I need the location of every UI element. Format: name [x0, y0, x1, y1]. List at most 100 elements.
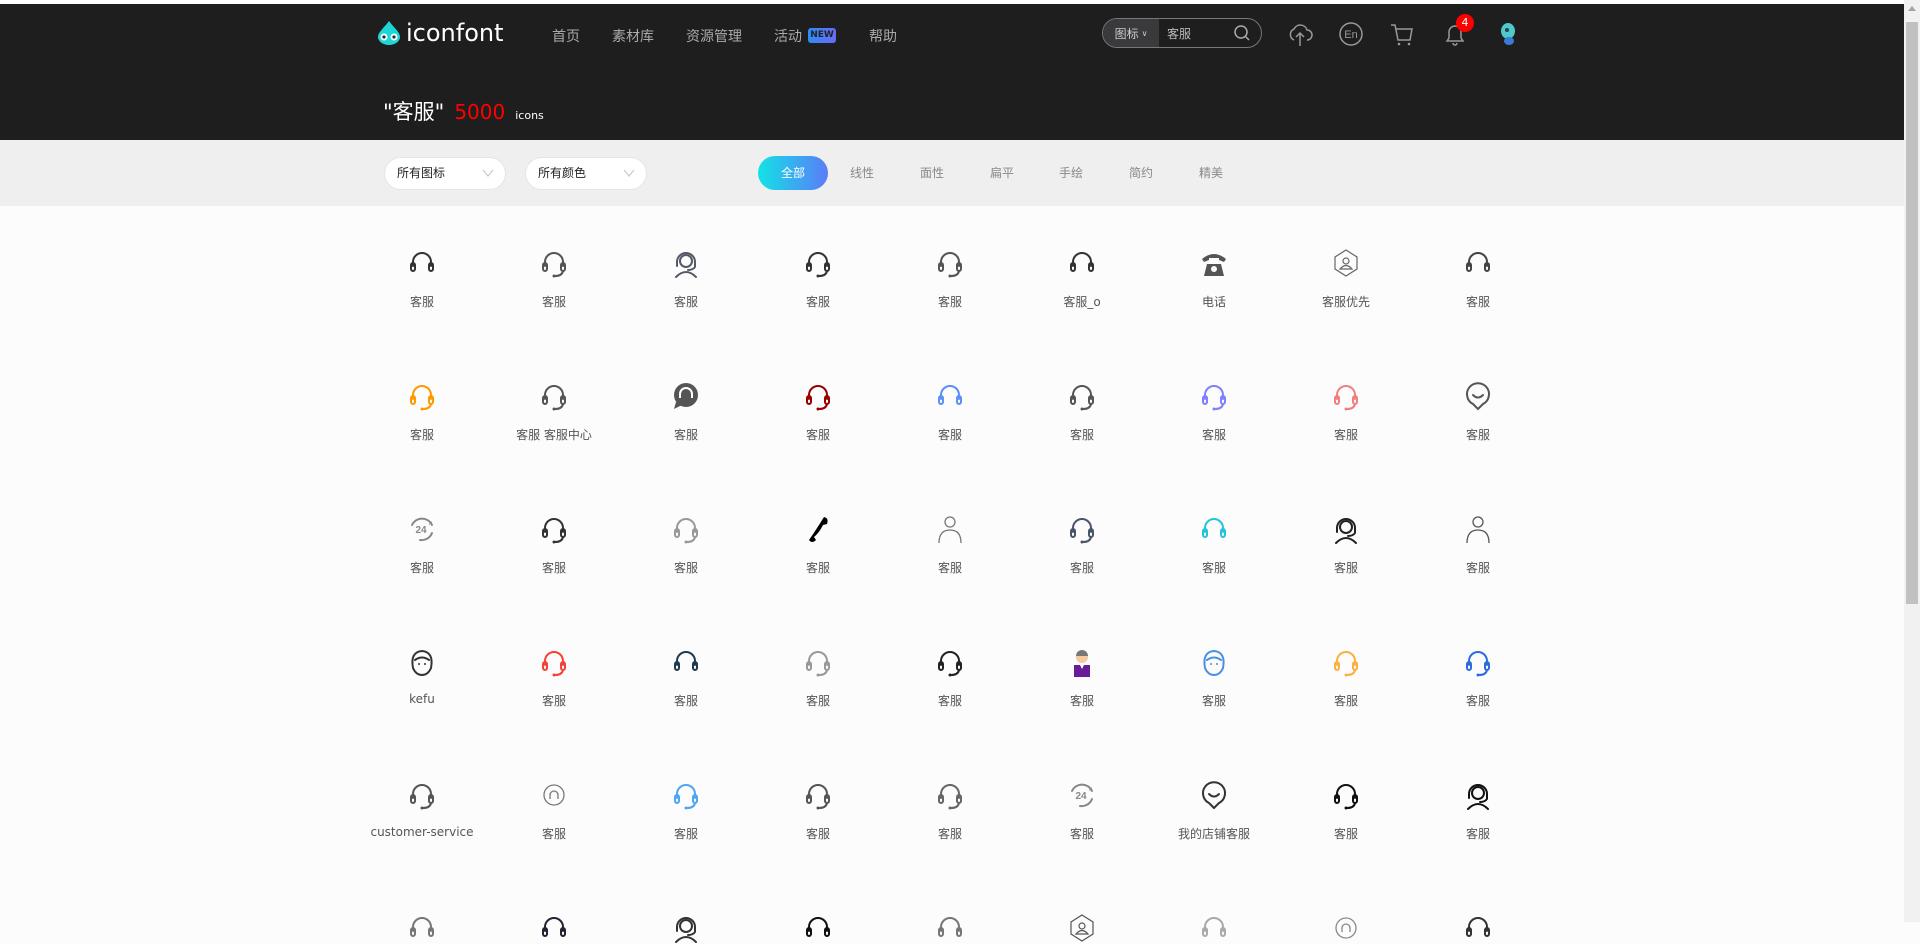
- icon-label: 客服: [409, 295, 434, 309]
- search-type-select[interactable]: 图标 ∨: [1103, 19, 1159, 47]
- face-icon: [1203, 649, 1225, 677]
- tab-all[interactable]: 全部: [758, 156, 828, 190]
- icon-card[interactable]: 客服: [1016, 513, 1148, 576]
- tab-flat[interactable]: 扁平: [972, 156, 1032, 190]
- icon-label: 客服: [1069, 827, 1094, 841]
- icon-card[interactable]: 客服: [356, 380, 488, 443]
- upload-icon[interactable]: [1286, 20, 1314, 48]
- color-dropdown[interactable]: 所有颜色: [525, 157, 647, 190]
- headset-icon: [1070, 252, 1094, 272]
- icon-card[interactable]: 客服: [1148, 513, 1280, 576]
- tab-exquisite[interactable]: 精美: [1181, 156, 1241, 190]
- icon-card[interactable]: 客服_o: [1016, 247, 1148, 310]
- icon-card[interactable]: 客服: [620, 513, 752, 576]
- icon-card[interactable]: 客服: [1412, 380, 1544, 443]
- logo[interactable]: iconfont: [376, 19, 504, 47]
- icon-card[interactable]: 客服: [1016, 380, 1148, 443]
- icon-card[interactable]: 客服: [1280, 779, 1412, 842]
- icon-card[interactable]: 客服: [356, 247, 488, 310]
- icon-card[interactable]: 客服: [884, 646, 1016, 709]
- nav-library[interactable]: 素材库: [612, 26, 654, 46]
- icon-card[interactable]: 客服: [1412, 779, 1544, 842]
- headset-icon: [1202, 917, 1226, 937]
- icon-card[interactable]: 24 h 客服: [1016, 779, 1148, 842]
- icon-card[interactable]: customer-service: [356, 779, 488, 839]
- icon-card[interactable]: 客服: [620, 247, 752, 310]
- icon-card[interactable]: 客服: [752, 513, 884, 576]
- icon-card[interactable]: 客服: [488, 646, 620, 709]
- icon-card[interactable]: 客服: [1280, 513, 1412, 576]
- icon-card[interactable]: [356, 912, 488, 944]
- nav-help[interactable]: 帮助: [869, 26, 897, 46]
- icon-card[interactable]: [488, 912, 620, 944]
- tab-line[interactable]: 线性: [832, 156, 892, 190]
- tab-hand-drawn[interactable]: 手绘: [1041, 156, 1101, 190]
- icon-card[interactable]: 客服: [752, 247, 884, 310]
- icon-card[interactable]: 客服: [752, 646, 884, 709]
- hexagon-agent-icon: [1070, 914, 1094, 942]
- icon-card[interactable]: [1148, 912, 1280, 944]
- search-type-label: 图标: [1114, 26, 1139, 41]
- svg-text:24: 24: [415, 525, 427, 536]
- headset-mic-icon: [1070, 385, 1094, 411]
- icon-card[interactable]: [1412, 912, 1544, 944]
- icon-card[interactable]: 客服: [1280, 380, 1412, 443]
- headset-mic-icon: [542, 518, 566, 544]
- tab-simple[interactable]: 简约: [1111, 156, 1171, 190]
- circle-headset-icon: [543, 784, 565, 806]
- nav-resource-management[interactable]: 资源管理: [686, 26, 742, 46]
- icon-card[interactable]: 客服: [1016, 646, 1148, 709]
- icon-card[interactable]: 客服优先: [1280, 247, 1412, 310]
- headset-icon: [1466, 917, 1490, 937]
- icon-card[interactable]: [884, 912, 1016, 944]
- icon-type-dropdown[interactable]: 所有图标: [384, 157, 506, 190]
- icon-card[interactable]: 客服: [620, 779, 752, 842]
- icon-card[interactable]: 客服: [1412, 646, 1544, 709]
- icon-card[interactable]: 电话: [1148, 247, 1280, 310]
- search-icon[interactable]: [1233, 24, 1251, 42]
- nav-activity[interactable]: 活动: [774, 26, 802, 46]
- icon-card[interactable]: 客服: [620, 380, 752, 443]
- icon-card[interactable]: 我的店铺客服: [1148, 779, 1280, 842]
- headset-mic-icon: [542, 651, 566, 677]
- header: iconfont 首页 素材库 资源管理 活动 NEW 帮助 图标 ∨ 客服 En…: [0, 4, 1904, 140]
- avatar[interactable]: [1494, 20, 1522, 48]
- icon-label: 客服: [1069, 428, 1094, 442]
- icon-card[interactable]: 客服: [488, 247, 620, 310]
- icon-card[interactable]: 客服: [1412, 513, 1544, 576]
- cart-icon[interactable]: [1388, 20, 1416, 48]
- icon-card[interactable]: 客服 客服中心: [488, 380, 620, 443]
- tab-fill[interactable]: 面性: [902, 156, 962, 190]
- icon-card[interactable]: 客服: [1412, 247, 1544, 310]
- icon-card[interactable]: 客服: [1148, 646, 1280, 709]
- icon-label: 客服: [937, 561, 962, 575]
- icon-card[interactable]: 客服: [884, 380, 1016, 443]
- scrollbar-thumb[interactable]: [1906, 22, 1918, 604]
- icon-label: 客服 客服中心: [516, 428, 592, 442]
- icon-card[interactable]: [752, 912, 884, 944]
- nav-home[interactable]: 首页: [552, 26, 580, 46]
- scroll-up-icon[interactable]: [1908, 6, 1916, 11]
- icon-card[interactable]: kefu: [356, 646, 488, 706]
- chevron-down-icon: [623, 169, 635, 178]
- icon-card[interactable]: 客服: [884, 779, 1016, 842]
- icon-card[interactable]: 客服: [1280, 646, 1412, 709]
- icon-label: 客服: [1333, 694, 1358, 708]
- icon-card[interactable]: 客服: [488, 513, 620, 576]
- icon-card[interactable]: 客服: [488, 779, 620, 842]
- search-input[interactable]: 客服: [1159, 25, 1233, 42]
- icon-card[interactable]: [1016, 912, 1148, 944]
- logo-icon: [378, 21, 400, 45]
- icon-card[interactable]: 客服: [884, 513, 1016, 576]
- icon-card[interactable]: [620, 912, 752, 944]
- scrollbar[interactable]: [1904, 0, 1920, 922]
- icon-card[interactable]: [1280, 912, 1412, 944]
- icon-card[interactable]: 客服: [884, 247, 1016, 310]
- icon-card[interactable]: 客服: [752, 779, 884, 842]
- icon-card[interactable]: 客服: [752, 380, 884, 443]
- icon-card[interactable]: 客服: [620, 646, 752, 709]
- icon-card[interactable]: 客服: [1148, 380, 1280, 443]
- icon-label: 客服: [1069, 694, 1094, 708]
- language-en-icon[interactable]: En: [1337, 20, 1365, 48]
- icon-card[interactable]: 24 h 客服: [356, 513, 488, 576]
